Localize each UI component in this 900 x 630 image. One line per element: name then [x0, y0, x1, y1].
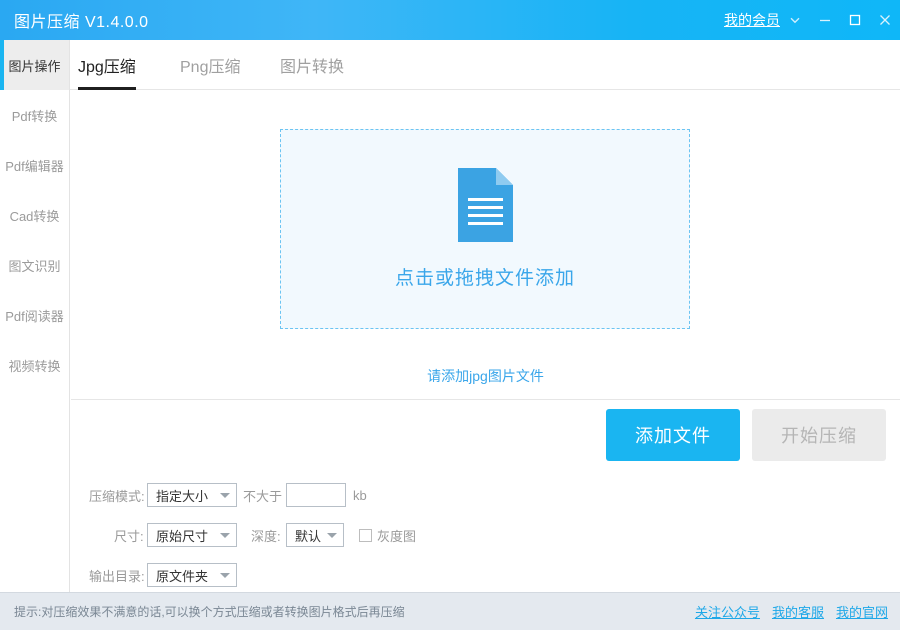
window-controls: 我的会员	[724, 0, 900, 40]
chevron-down-icon	[220, 493, 230, 498]
limit-unit-label: kb	[353, 487, 367, 503]
tab-jpg-compress[interactable]: Jpg压缩	[78, 40, 136, 90]
tab-label: 图片转换	[280, 59, 345, 76]
title-bar: 图片压缩 V1.4.0.0 我的会员	[0, 0, 900, 40]
close-icon[interactable]	[870, 0, 900, 40]
grayscale-label: 灰度图	[377, 528, 417, 544]
tab-image-convert[interactable]: 图片转换	[280, 40, 344, 90]
start-compress-button-label: 开始压缩	[781, 426, 857, 446]
add-file-hint: 请添加jpg图片文件	[427, 368, 544, 384]
compress-mode-select[interactable]: 指定大小	[147, 483, 237, 507]
size-value: 原始尺寸	[156, 528, 209, 544]
document-icon	[457, 168, 513, 247]
limit-label: 不大于	[243, 488, 283, 504]
compress-mode-label: 压缩模式:	[89, 488, 145, 504]
my-support-link[interactable]: 我的客服	[772, 602, 824, 621]
maximize-icon[interactable]	[840, 0, 870, 40]
sidebar-item-image-ops[interactable]: 图片操作	[0, 40, 69, 90]
sidebar: 图片操作 Pdf转换 Pdf编辑器 Cad转换 图文识别 Pdf阅读器 视频转换	[0, 40, 70, 592]
depth-value: 默认	[295, 528, 322, 544]
action-button-row: 添加文件 开始压缩	[71, 409, 900, 463]
app-window: 图片压缩 V1.4.0.0 我的会员 图片操作 Pdf转换 Pdf编辑器 Cad…	[0, 0, 900, 630]
my-website-link[interactable]: 我的官网	[836, 602, 888, 621]
chevron-down-icon[interactable]	[780, 0, 810, 40]
status-bar: 提示:对压缩效果不满意的话,可以换个方式压缩或者转换图片格式后再压缩 关注公众号…	[0, 592, 900, 630]
tab-bar: Jpg压缩 Png压缩 图片转换	[70, 40, 900, 90]
compress-mode-value: 指定大小	[156, 488, 209, 504]
my-member-link[interactable]: 我的会员	[724, 10, 780, 30]
chevron-down-icon	[220, 533, 230, 538]
sidebar-item-label: Pdf编辑器	[5, 158, 64, 174]
checkbox-box-icon	[359, 528, 372, 542]
tab-label: Png压缩	[180, 59, 241, 76]
section-divider	[71, 399, 900, 400]
options-panel: 压缩模式: 指定大小 不大于 kb 尺寸: 原始尺寸 深度: 默认 灰度图 输出…	[71, 479, 900, 591]
dropzone-label: 点击或拖拽文件添加	[394, 268, 575, 289]
depth-select[interactable]: 默认	[286, 523, 344, 547]
start-compress-button[interactable]: 开始压缩	[752, 409, 886, 461]
size-label: 尺寸:	[114, 528, 144, 544]
footer-tip-text: 提示:对压缩效果不满意的话,可以换个方式压缩或者转换图片格式后再压缩	[14, 605, 405, 619]
sidebar-item-label: 视频转换	[8, 358, 61, 374]
output-dir-label: 输出目录:	[89, 568, 145, 584]
chevron-down-icon	[220, 573, 230, 578]
add-file-button[interactable]: 添加文件	[606, 409, 740, 461]
sidebar-item-cad-convert[interactable]: Cad转换	[0, 190, 69, 240]
grayscale-checkbox[interactable]: 灰度图	[359, 526, 416, 545]
follow-official-account-link[interactable]: 关注公众号	[695, 602, 760, 621]
sidebar-item-video-convert[interactable]: 视频转换	[0, 340, 69, 390]
sidebar-item-pdf-editor[interactable]: Pdf编辑器	[0, 140, 69, 190]
output-dir-select[interactable]: 原文件夹	[147, 563, 237, 587]
sidebar-item-ocr[interactable]: 图文识别	[0, 240, 69, 290]
depth-label: 深度:	[251, 528, 281, 544]
option-row-size-depth: 尺寸: 原始尺寸 深度: 默认 灰度图	[71, 519, 900, 551]
sidebar-item-label: Cad转换	[9, 208, 60, 224]
tab-png-compress[interactable]: Png压缩	[180, 40, 240, 90]
add-file-button-label: 添加文件	[635, 426, 711, 446]
sidebar-item-label: 图片操作	[8, 58, 61, 74]
minimize-icon[interactable]	[810, 0, 840, 40]
sidebar-item-pdf-convert[interactable]: Pdf转换	[0, 90, 69, 140]
option-row-output: 输出目录: 原文件夹	[71, 559, 900, 591]
content-area: 点击或拖拽文件添加 请添加jpg图片文件 添加文件 开始压缩 压缩模式: 指定大…	[71, 91, 900, 592]
option-row-mode: 压缩模式: 指定大小 不大于 kb	[71, 479, 900, 511]
footer-links: 关注公众号 我的客服 我的官网	[695, 602, 888, 621]
output-dir-value: 原文件夹	[156, 568, 209, 584]
limit-size-input[interactable]	[286, 483, 346, 507]
app-title: 图片压缩 V1.4.0.0	[14, 14, 149, 31]
sidebar-item-label: Pdf阅读器	[5, 308, 64, 324]
sidebar-item-label: 图文识别	[8, 258, 61, 274]
sidebar-item-label: Pdf转换	[11, 108, 58, 124]
chevron-down-icon	[327, 533, 337, 538]
tab-label: Jpg压缩	[78, 59, 136, 76]
sidebar-item-pdf-reader[interactable]: Pdf阅读器	[0, 290, 69, 340]
file-dropzone[interactable]: 点击或拖拽文件添加	[280, 129, 690, 329]
size-select[interactable]: 原始尺寸	[147, 523, 237, 547]
